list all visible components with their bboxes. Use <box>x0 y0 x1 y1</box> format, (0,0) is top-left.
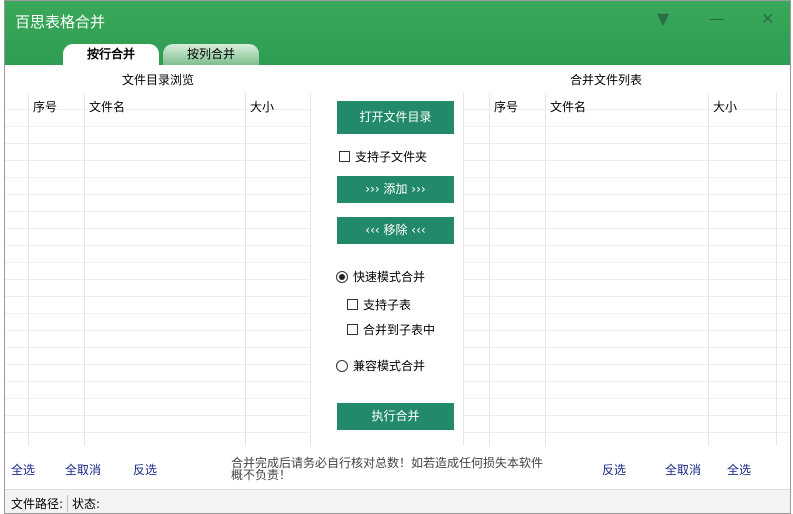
close-icon[interactable]: ✕ <box>761 9 774 28</box>
col-header-index[interactable]: 序号 <box>494 98 518 115</box>
include-subfolders-checkbox[interactable]: 支持子文件夹 <box>339 148 427 165</box>
app-window: 百思表格合并 ▼ — ✕ 按行合并 按列合并 文件目录浏览 合并文件列表 序号 … <box>4 0 791 514</box>
remove-button[interactable]: ‹‹‹ 移除 ‹‹‹ <box>337 217 454 244</box>
label: 支持子表 <box>363 298 412 312</box>
label: 合并到子表中 <box>363 323 436 337</box>
col-header-index[interactable]: 序号 <box>33 98 57 115</box>
run-merge-button[interactable]: 执行合并 <box>337 403 454 430</box>
label: 快速模式合并 <box>353 270 426 284</box>
disclaimer-note: 合并完成后请务必自行核对总数！如若造成任何损失本软件概不负责！ <box>231 456 544 482</box>
status-label: 状态: <box>67 495 100 512</box>
right-invert-selection-link[interactable]: 反选 <box>602 461 626 478</box>
title-bar: 百思表格合并 ▼ — ✕ 按行合并 按列合并 <box>5 1 790 65</box>
left-deselect-all-link[interactable]: 全取消 <box>65 461 101 478</box>
menu-dropdown-icon[interactable]: ▼ <box>657 9 669 28</box>
status-bar: 文件路径: 状态: <box>5 489 790 513</box>
compat-mode-radio[interactable]: 兼容模式合并 <box>336 357 425 374</box>
tab-merge-by-row[interactable]: 按行合并 <box>63 44 159 65</box>
col-header-size[interactable]: 大小 <box>250 98 274 115</box>
minimize-icon[interactable]: — <box>709 9 725 28</box>
add-button[interactable]: ››› 添加 ››› <box>337 176 454 203</box>
label: 兼容模式合并 <box>353 359 426 373</box>
file-path-label: 文件路径: <box>11 497 64 511</box>
right-select-all-link[interactable]: 全选 <box>727 461 751 478</box>
window-title: 百思表格合并 <box>15 13 106 31</box>
right-caption: 合并文件列表 <box>570 73 643 87</box>
col-header-filename[interactable]: 文件名 <box>550 98 586 115</box>
left-select-all-link[interactable]: 全选 <box>11 461 35 478</box>
merge-file-table[interactable]: 序号 文件名 大小 <box>463 93 790 446</box>
right-deselect-all-link[interactable]: 全取消 <box>665 461 701 478</box>
fast-mode-radio[interactable]: 快速模式合并 <box>336 268 425 285</box>
label: 支持子文件夹 <box>355 150 428 164</box>
support-subsheet-checkbox[interactable]: 支持子表 <box>347 296 411 313</box>
left-caption: 文件目录浏览 <box>122 73 195 87</box>
col-header-filename[interactable]: 文件名 <box>89 98 125 115</box>
merge-into-subsheet-checkbox[interactable]: 合并到子表中 <box>347 321 435 338</box>
open-directory-button[interactable]: 打开文件目录 <box>337 101 454 134</box>
left-invert-selection-link[interactable]: 反选 <box>133 461 157 478</box>
tab-merge-by-column[interactable]: 按列合并 <box>163 44 259 65</box>
file-browser-table[interactable]: 序号 文件名 大小 <box>5 93 311 446</box>
col-header-size[interactable]: 大小 <box>713 98 737 115</box>
